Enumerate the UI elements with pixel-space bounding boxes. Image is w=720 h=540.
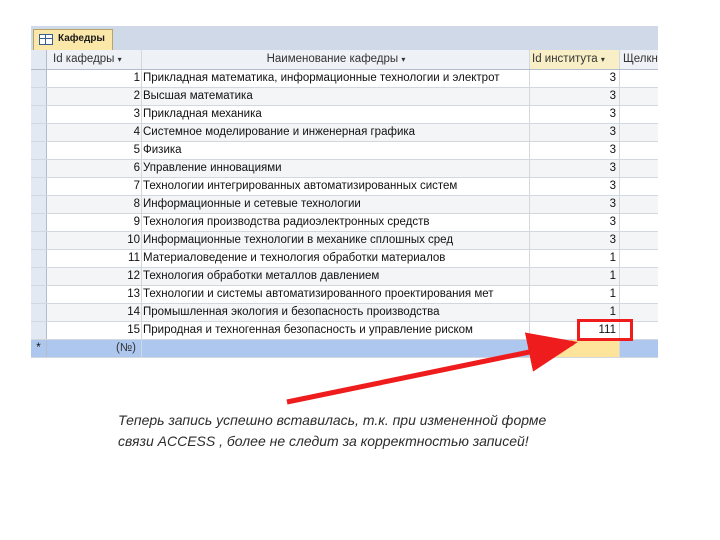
annotation-arrow [286,332,578,405]
annotation-caption: Теперь запись успешно вставилась, т.к. п… [118,412,547,449]
